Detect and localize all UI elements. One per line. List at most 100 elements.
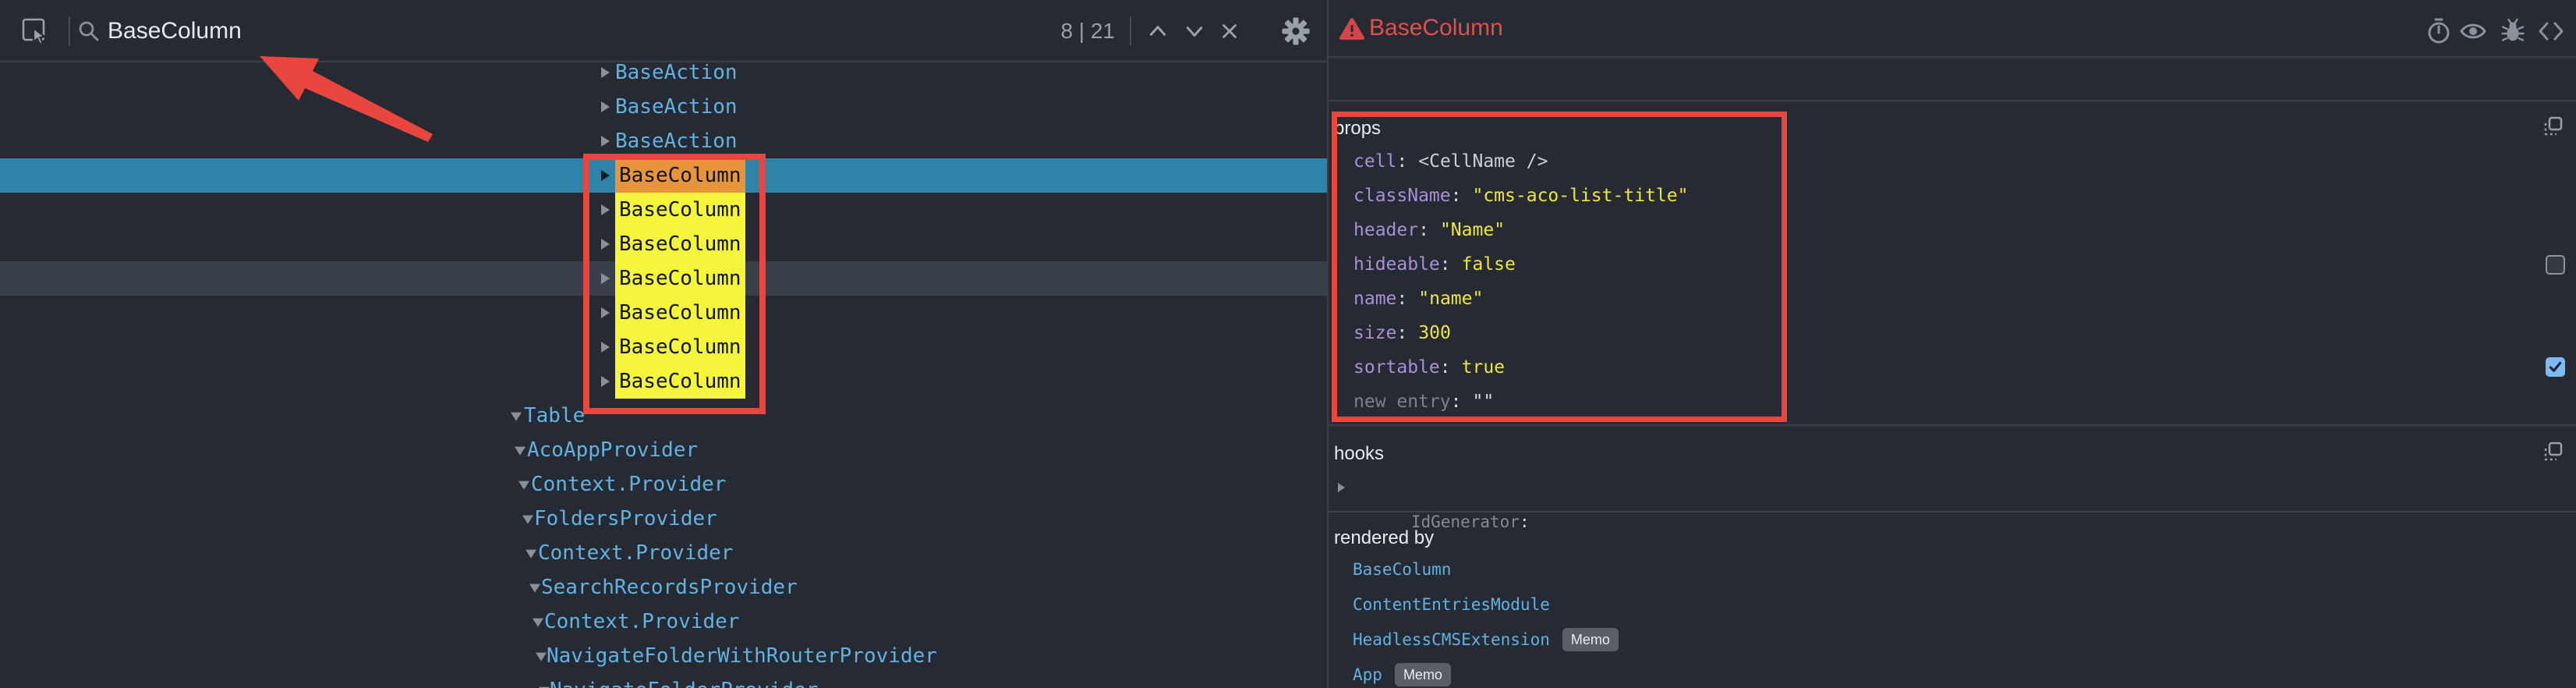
chevron-down-icon[interactable] xyxy=(525,550,536,559)
tree-row-label: FoldersProvider xyxy=(534,502,717,536)
clear-search-button[interactable] xyxy=(1215,0,1244,62)
tree-row-label: BaseAction xyxy=(615,124,738,158)
chevron-down-icon[interactable] xyxy=(518,481,529,490)
chevron-right-icon[interactable] xyxy=(601,170,610,181)
prop-row: name:"name" xyxy=(1353,282,1483,316)
copy-icon xyxy=(2543,442,2564,462)
tree-row[interactable]: Table xyxy=(0,399,1327,433)
selected-component-title: BaseColumn xyxy=(1369,0,1503,56)
tree-row[interactable]: BaseColumn xyxy=(0,193,1327,227)
view-source-button[interactable] xyxy=(2537,20,2565,42)
log-component-data-button[interactable] xyxy=(2500,17,2525,44)
suspend-component-button[interactable] xyxy=(2426,17,2452,45)
tree-row[interactable]: SearchRecordsProvider xyxy=(0,570,1327,605)
prop-key: new entry xyxy=(1353,392,1451,412)
hideable-checkbox[interactable] xyxy=(2546,255,2565,275)
panel-divider[interactable] xyxy=(1327,0,1329,688)
settings-button[interactable] xyxy=(1279,0,1312,62)
search-match: BaseColumn xyxy=(615,296,745,330)
tree-row[interactable]: BaseColumn xyxy=(0,296,1327,330)
tree-row[interactable]: BaseColumn xyxy=(0,364,1327,399)
bug-icon xyxy=(2500,17,2525,44)
prop-value[interactable]: true xyxy=(1462,357,1505,378)
chevron-down-icon[interactable] xyxy=(536,653,547,661)
tree-row-label: BaseAction xyxy=(615,64,738,90)
tree-row-label: NavigateFolderWithRouterProvider xyxy=(547,639,937,673)
chevron-down-icon[interactable] xyxy=(511,413,522,421)
prop-key: className xyxy=(1353,186,1451,206)
chevron-right-icon[interactable] xyxy=(601,136,610,147)
tree-row[interactable]: FoldersProvider xyxy=(0,502,1327,536)
search-match: BaseColumn xyxy=(615,330,745,364)
tree-row-hovered[interactable]: BaseColumn xyxy=(0,261,1327,296)
chevron-right-icon[interactable] xyxy=(601,342,610,353)
rendered-by-item[interactable]: HeadlessCMSExtensionMemo xyxy=(1353,622,1619,657)
copy-icon xyxy=(2543,116,2564,137)
prop-value[interactable]: false xyxy=(1462,254,1516,275)
sortable-checkbox[interactable] xyxy=(2546,357,2565,377)
chevron-down-icon[interactable] xyxy=(529,584,540,593)
prop-row: size:300 xyxy=(1353,316,1451,350)
eye-icon xyxy=(2459,20,2487,43)
stopwatch-icon xyxy=(2426,17,2452,45)
prop-key: hideable xyxy=(1353,254,1440,275)
tree-row[interactable]: BaseAction xyxy=(0,64,1327,90)
tree-row[interactable]: BaseColumn xyxy=(0,330,1327,364)
tree-row[interactable]: BaseAction xyxy=(0,124,1327,158)
tree-row[interactable]: Context.Provider xyxy=(0,605,1327,639)
chevron-down-icon[interactable] xyxy=(533,619,543,627)
tree-row-selected[interactable]: BaseColumn xyxy=(0,158,1327,193)
prop-value[interactable]: <CellName /> xyxy=(1418,151,1548,172)
copy-hooks-button[interactable] xyxy=(2543,442,2564,462)
tree-row-label: Context.Provider xyxy=(544,605,739,639)
react-devtools-components-panel: BaseAction BaseAction BaseAction BaseCol… xyxy=(0,0,2576,688)
prop-value[interactable]: "cms-aco-list-title" xyxy=(1472,186,1688,206)
tree-row[interactable]: BaseAction xyxy=(0,90,1327,124)
new-entry-value-input[interactable]: "" xyxy=(1472,392,1494,412)
prop-value[interactable]: 300 xyxy=(1418,323,1451,343)
chevron-right-icon[interactable] xyxy=(601,204,610,215)
chevron-right-icon[interactable] xyxy=(601,239,610,250)
tree-row-label: Context.Provider xyxy=(538,536,733,570)
rendered-by-section-header: rendered by xyxy=(1334,521,1434,555)
tree-row[interactable]: NavigateFolderProvider xyxy=(0,673,1327,688)
chevron-down-icon[interactable] xyxy=(515,447,525,456)
tree-row-label: Context.Provider xyxy=(531,467,726,502)
next-match-button[interactable] xyxy=(1180,0,1208,62)
chevron-right-icon[interactable] xyxy=(601,101,610,112)
component-inspector-panel: BaseColumn xyxy=(1329,0,2576,688)
checkmark-icon xyxy=(2547,359,2564,375)
tree-row[interactable]: NavigateFolderWithRouterProvider xyxy=(0,639,1327,673)
search-input[interactable] xyxy=(108,12,1004,50)
section-divider xyxy=(1329,100,2576,101)
prop-row: header:"Name" xyxy=(1353,213,1505,247)
prop-value[interactable]: "name" xyxy=(1418,289,1483,309)
chevron-down-icon[interactable] xyxy=(522,516,533,524)
search-match: BaseColumn xyxy=(615,261,745,296)
chevron-right-icon[interactable] xyxy=(601,376,610,387)
search-match: BaseColumn xyxy=(615,364,745,399)
previous-match-button[interactable] xyxy=(1144,0,1172,62)
hook-row[interactable]: IdGenerator: xyxy=(1352,470,1530,505)
memo-badge: Memo xyxy=(1562,628,1619,651)
inspect-dom-element-button[interactable] xyxy=(2459,20,2487,43)
memo-badge: Memo xyxy=(1395,663,1451,686)
rendered-by-item[interactable]: ContentEntriesModule xyxy=(1353,587,1550,622)
tree-row[interactable]: Context.Provider xyxy=(0,467,1327,502)
toolbar-divider xyxy=(69,16,70,46)
prop-value[interactable]: "Name" xyxy=(1440,220,1505,240)
chevron-right-icon[interactable] xyxy=(601,273,610,284)
chevron-right-icon[interactable] xyxy=(1338,483,1345,492)
tree-row[interactable]: BaseColumn xyxy=(0,227,1327,261)
chevron-right-icon[interactable] xyxy=(601,67,610,78)
copy-props-button[interactable] xyxy=(2543,116,2564,137)
rendered-by-item[interactable]: AppMemo xyxy=(1353,658,1451,688)
rendered-by-item[interactable]: BaseColumn xyxy=(1353,552,1451,587)
inspect-element-button[interactable] xyxy=(17,0,53,62)
prop-row: hideable:false xyxy=(1353,247,1516,282)
chevron-right-icon[interactable] xyxy=(601,307,610,318)
tree-row[interactable]: Context.Provider xyxy=(0,536,1327,570)
gear-icon xyxy=(1281,16,1311,46)
prop-row-new-entry: new entry:"" xyxy=(1353,385,1494,419)
tree-row[interactable]: AcoAppProvider xyxy=(0,433,1327,467)
